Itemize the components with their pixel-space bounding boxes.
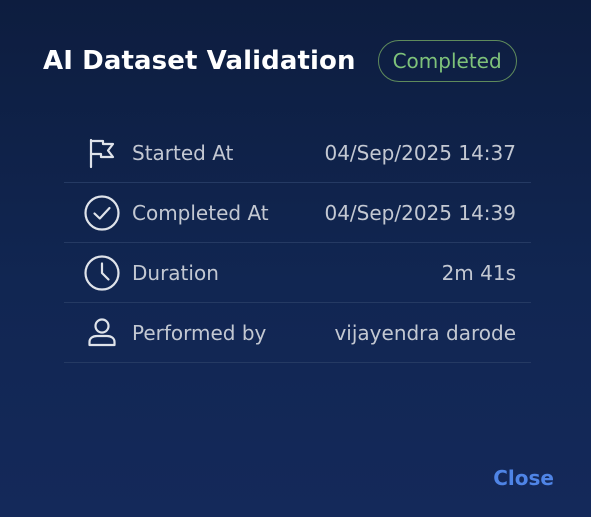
detail-value: 04/Sep/2025 14:39: [324, 200, 516, 225]
status-badge: Completed: [377, 40, 517, 82]
detail-value: vijayendra darode: [334, 320, 516, 345]
detail-row-started-at: Started At 04/Sep/2025 14:37: [64, 123, 531, 183]
user-icon: [82, 313, 122, 353]
flag-icon: [82, 133, 122, 173]
detail-label: Completed At: [132, 200, 269, 225]
detail-label: Started At: [132, 140, 234, 165]
detail-value: 2m 41s: [441, 260, 516, 285]
dialog-header: AI Dataset Validation Completed: [43, 40, 517, 82]
detail-row-duration: Duration 2m 41s: [64, 243, 531, 303]
details-list: Started At 04/Sep/2025 14:37 Completed A…: [64, 123, 531, 363]
validation-details-dialog: AI Dataset Validation Completed Started …: [0, 0, 591, 517]
detail-row-performed-by: Performed by vijayendra darode: [64, 303, 531, 363]
detail-label: Performed by: [132, 320, 267, 345]
dialog-title: AI Dataset Validation: [43, 46, 356, 76]
detail-row-completed-at: Completed At 04/Sep/2025 14:39: [64, 183, 531, 243]
check-circle-icon: [82, 193, 122, 233]
clock-icon: [82, 253, 122, 293]
detail-value: 04/Sep/2025 14:37: [324, 140, 516, 165]
detail-label: Duration: [132, 260, 219, 285]
close-button[interactable]: Close: [493, 466, 554, 490]
